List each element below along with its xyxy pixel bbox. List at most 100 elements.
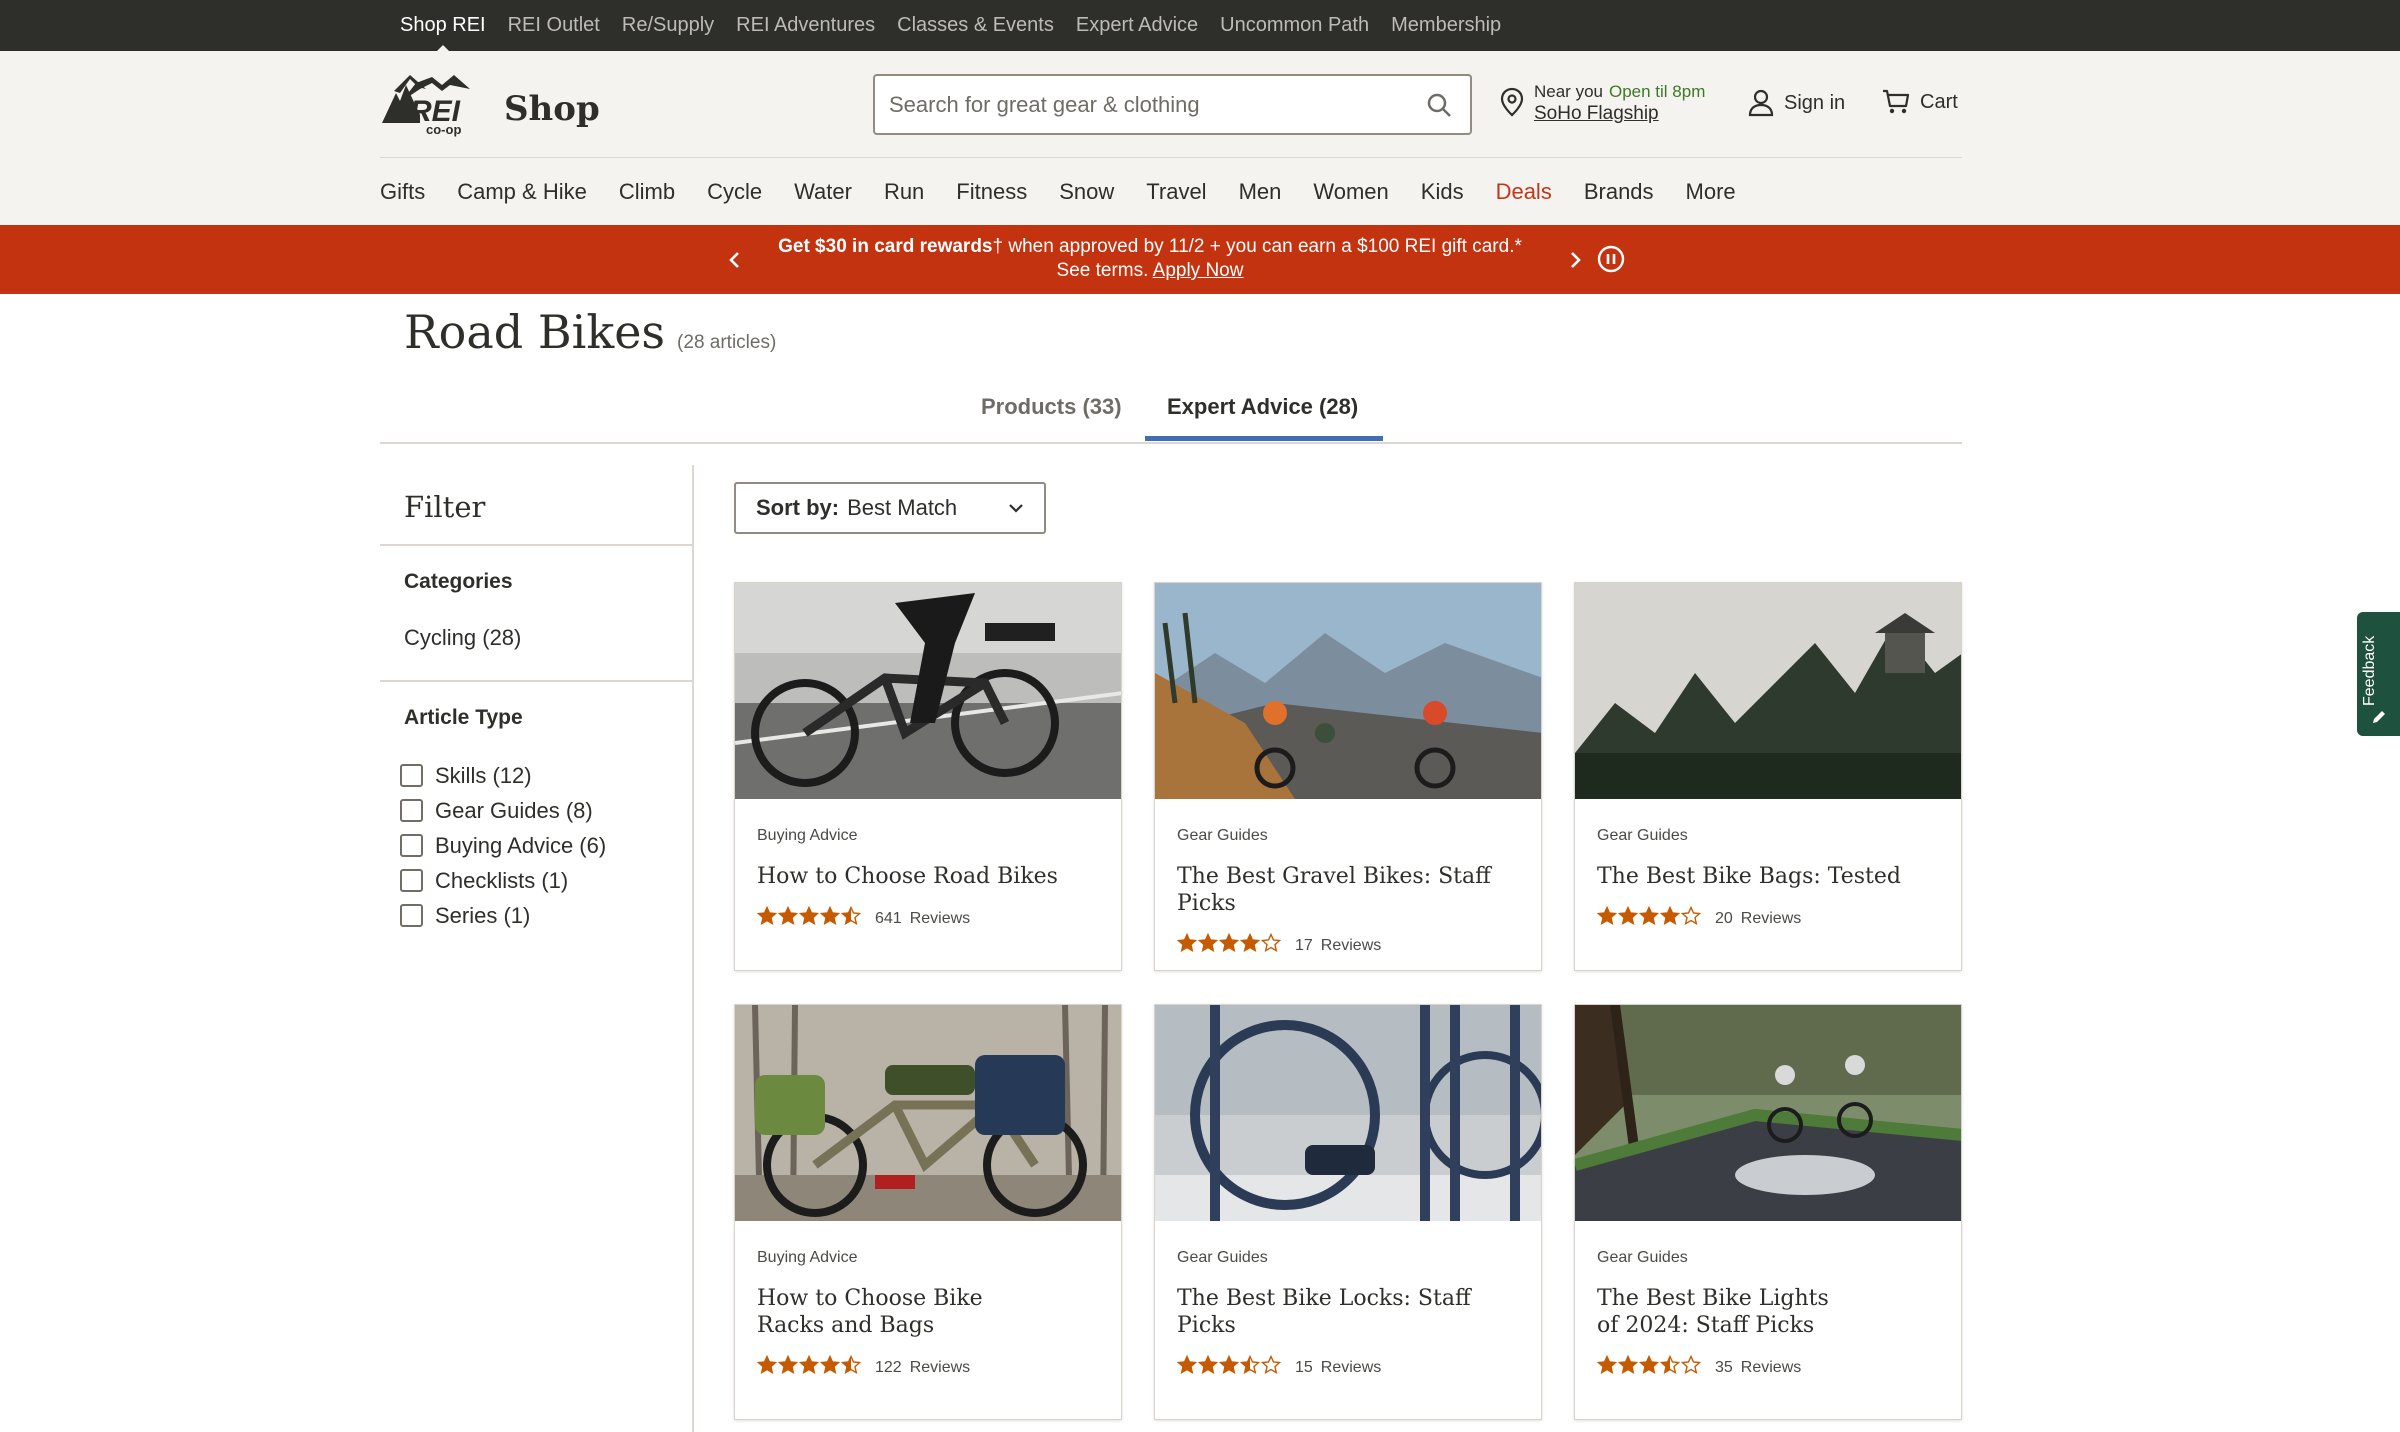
filter-gear-guides-label: Gear Guides (8): [435, 797, 593, 823]
article-image-road-bike: [735, 583, 1121, 799]
promo-apply-link[interactable]: Apply Now: [1153, 260, 1244, 281]
results-tabs: Products (33) Expert Advice (28): [380, 380, 1962, 444]
filter-buying-advice[interactable]: Buying Advice (6): [400, 828, 606, 863]
article-image-bike-lights: [1575, 1005, 1961, 1221]
promo-pause-button[interactable]: [1596, 244, 1626, 274]
store-name-link[interactable]: SoHo Flagship: [1534, 103, 1705, 125]
nav-cycle[interactable]: Cycle: [707, 179, 762, 205]
checkbox[interactable]: [400, 904, 423, 927]
checkbox[interactable]: [400, 869, 423, 892]
article-image-gravel-bikes: [1155, 583, 1541, 799]
topbar-link-membership[interactable]: Membership: [1391, 14, 1501, 37]
site-header: REI co-op Shop Near you Open til 8pm SoHo…: [0, 51, 2400, 225]
main-navigation: Gifts Camp & Hike Climb Cycle Water Run …: [380, 179, 1736, 205]
topbar-link-expert-advice[interactable]: Expert Advice: [1076, 14, 1198, 37]
article-title: The Best Bike Locks: Staff Picks: [1177, 1286, 1471, 1338]
category-cycling[interactable]: Cycling (28): [404, 625, 521, 651]
sign-in-button[interactable]: Sign in: [1748, 89, 1845, 117]
nav-run[interactable]: Run: [884, 179, 924, 205]
article-rating: 35 Reviews: [1596, 1354, 1939, 1380]
nav-camp-hike[interactable]: Camp & Hike: [457, 179, 587, 205]
article-card[interactable]: Gear Guides The Best Gravel Bikes: Staff…: [1154, 582, 1542, 971]
reviews-count: 15: [1295, 1358, 1313, 1376]
nav-water[interactable]: Water: [794, 179, 852, 205]
article-card[interactable]: Gear Guides The Best Bike Locks: Staff P…: [1154, 1004, 1542, 1420]
reviews-count: 35: [1715, 1358, 1733, 1376]
nav-fitness[interactable]: Fitness: [956, 179, 1027, 205]
topbar-link-rei-outlet[interactable]: REI Outlet: [508, 14, 600, 37]
nav-deals[interactable]: Deals: [1496, 179, 1552, 205]
nav-more[interactable]: More: [1686, 179, 1736, 205]
article-title: The Best Bike Bags: Tested: [1597, 864, 1901, 889]
article-category: Gear Guides: [1597, 1249, 1688, 1266]
reviews-label: Reviews: [1740, 909, 1802, 927]
reviews-count: 641: [875, 909, 902, 927]
article-rating: 641 Reviews: [756, 905, 1099, 931]
search-button[interactable]: [1422, 88, 1456, 122]
filter-gear-guides[interactable]: Gear Guides (8): [400, 793, 606, 828]
nav-kids[interactable]: Kids: [1421, 179, 1464, 205]
topbar-link-shop-rei[interactable]: Shop REI: [400, 14, 486, 55]
topbar-link-classes-events[interactable]: Classes & Events: [897, 14, 1054, 37]
article-type-heading: Article Type: [404, 706, 523, 729]
filter-checklists-label: Checklists (1): [435, 867, 569, 893]
sort-dropdown[interactable]: Sort by: Best Match: [734, 482, 1046, 534]
article-count: (28 articles): [677, 332, 777, 353]
article-title: How to Choose Bike Racks and Bags: [757, 1286, 983, 1338]
rei-logo[interactable]: REI co-op: [380, 71, 484, 137]
store-locator[interactable]: Near you Open til 8pm SoHo Flagship: [1500, 81, 1705, 125]
article-image-bike-bags: [1575, 583, 1961, 799]
sort-label: Sort by:: [756, 495, 840, 520]
tab-products[interactable]: Products (33): [981, 394, 1122, 420]
active-tab-indicator: [1145, 436, 1383, 441]
promo-next-button[interactable]: [1560, 245, 1590, 275]
promo-previous-button[interactable]: [720, 245, 750, 275]
filter-title: Filter: [404, 490, 486, 524]
filter-buying-advice-label: Buying Advice (6): [435, 832, 607, 858]
tab-expert-advice[interactable]: Expert Advice (28): [1167, 394, 1358, 420]
nav-travel[interactable]: Travel: [1146, 179, 1206, 205]
article-card[interactable]: Gear Guides The Best Bike Bags: Tested 2…: [1574, 582, 1962, 971]
nav-gifts[interactable]: Gifts: [380, 179, 425, 205]
search-input[interactable]: [889, 91, 1422, 118]
promo-terms: See terms.: [1056, 260, 1149, 281]
article-card[interactable]: Gear Guides The Best Bike Lights of 2024…: [1574, 1004, 1962, 1420]
filter-series[interactable]: Series (1): [400, 898, 606, 933]
nav-men[interactable]: Men: [1239, 179, 1282, 205]
cart-icon: [1883, 89, 1910, 114]
filter-skills-label: Skills (12): [435, 762, 532, 788]
filter-checklists[interactable]: Checklists (1): [400, 863, 606, 898]
article-title: How to Choose Road Bikes: [757, 864, 1058, 889]
feedback-label: Feedback: [2361, 635, 2378, 706]
checkbox[interactable]: [400, 799, 423, 822]
nav-snow[interactable]: Snow: [1059, 179, 1114, 205]
user-icon: [1748, 89, 1774, 117]
shop-label[interactable]: Shop: [504, 89, 600, 129]
reviews-label: Reviews: [909, 909, 971, 927]
article-category: Gear Guides: [1177, 827, 1268, 844]
chevron-down-icon: [1009, 504, 1023, 513]
nav-climb[interactable]: Climb: [619, 179, 675, 205]
nav-brands[interactable]: Brands: [1584, 179, 1654, 205]
article-category: Buying Advice: [757, 827, 858, 844]
nav-women[interactable]: Women: [1313, 179, 1388, 205]
promo-bold-text: Get $30 in card rewards: [778, 236, 993, 257]
topbar-link-resupply[interactable]: Re/Supply: [622, 14, 714, 37]
cart-button[interactable]: Cart: [1882, 89, 1958, 115]
star-rating-icon: [756, 1354, 863, 1380]
reviews-count: 122: [875, 1358, 902, 1376]
filter-divider: [380, 544, 694, 546]
article-card[interactable]: Buying Advice How to Choose Road Bikes 6…: [734, 582, 1122, 971]
star-rating-icon: [1176, 932, 1283, 958]
article-rating: 15 Reviews: [1176, 1354, 1519, 1380]
article-card[interactable]: Buying Advice How to Choose Bike Racks a…: [734, 1004, 1122, 1420]
checkbox[interactable]: [400, 764, 423, 787]
promo-message: Get $30 in card rewards† when approved b…: [760, 235, 1540, 283]
filter-skills[interactable]: Skills (12): [400, 758, 606, 793]
top-utility-links: Shop REI REI Outlet Re/Supply REI Advent…: [400, 0, 1501, 55]
topbar-link-uncommon-path[interactable]: Uncommon Path: [1220, 14, 1369, 37]
article-category: Gear Guides: [1597, 827, 1688, 844]
checkbox[interactable]: [400, 834, 423, 857]
feedback-tab[interactable]: Feedback: [2357, 612, 2400, 736]
topbar-link-rei-adventures[interactable]: REI Adventures: [736, 14, 875, 37]
